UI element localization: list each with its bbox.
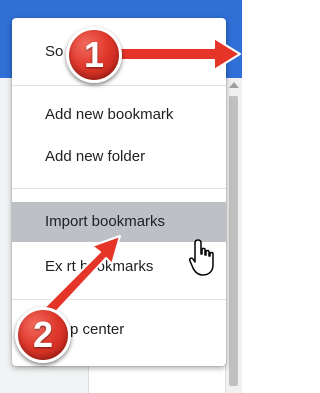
step-2-badge: 2 bbox=[15, 307, 71, 363]
screenshot-stage: So Add new bookmark Add new folder Impor… bbox=[0, 0, 242, 393]
menu-item-import-bookmarks[interactable]: Import bookmarks bbox=[12, 202, 226, 242]
menu-divider bbox=[12, 299, 226, 300]
scrollbar[interactable] bbox=[225, 78, 242, 393]
menu-divider bbox=[12, 188, 226, 189]
hand-pointer-icon bbox=[189, 239, 214, 276]
scroll-up-arrow-icon[interactable] bbox=[229, 82, 239, 88]
menu-item-add-new-folder[interactable]: Add new folder bbox=[12, 137, 226, 177]
menu-item-add-new-bookmark[interactable]: Add new bookmark bbox=[12, 95, 226, 135]
scrollbar-thumb[interactable] bbox=[229, 96, 238, 386]
menu-divider bbox=[12, 85, 226, 86]
step-1-badge: 1 bbox=[66, 27, 122, 83]
